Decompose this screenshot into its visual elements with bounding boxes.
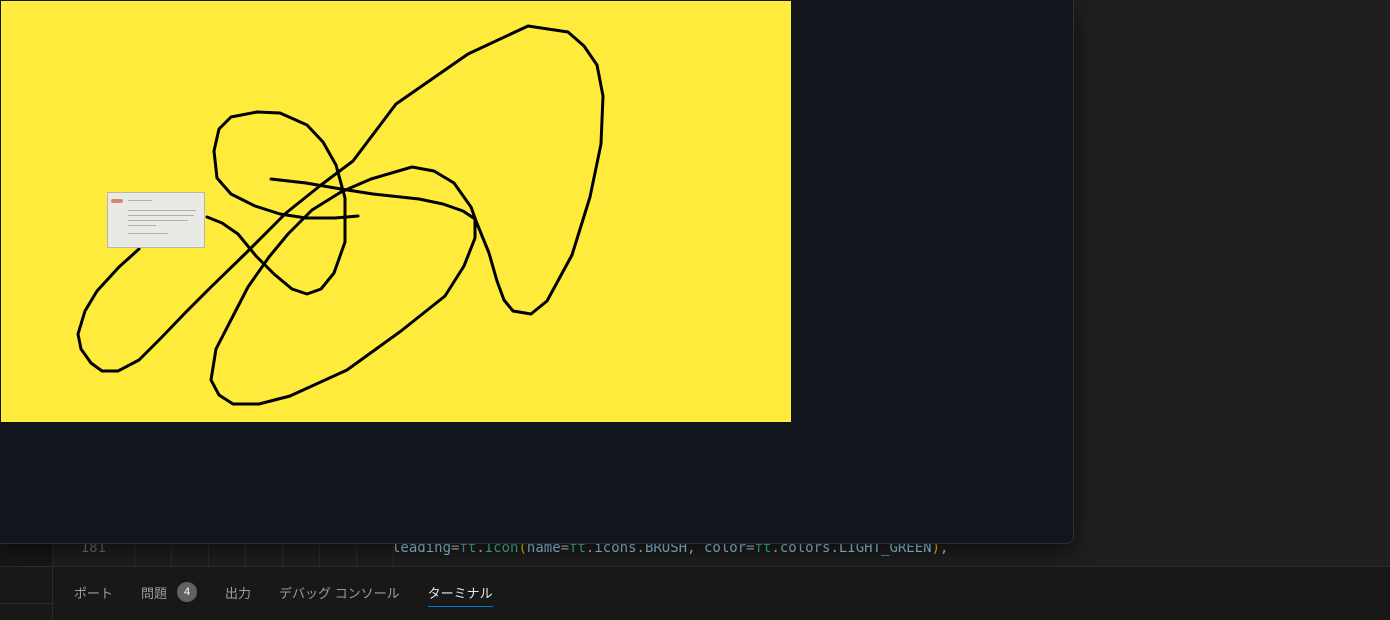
tab-problems[interactable]: 問題 4 <box>141 581 198 603</box>
panel-tabs: ポート 問題 4 出力 デバッグ コンソール ターミナル <box>74 579 521 607</box>
screenshot-thumbnail[interactable] <box>107 192 205 248</box>
tab-label: ターミナル <box>427 585 493 601</box>
panel-left-gutter <box>0 567 53 620</box>
tab-label: ポート <box>74 585 114 601</box>
drawing-canvas[interactable] <box>1 1 791 422</box>
tab-output[interactable]: 出力 <box>225 581 251 603</box>
tab-label: 問題 <box>141 585 168 601</box>
tab-label: デバッグ コンソール <box>279 585 400 601</box>
tab-ports[interactable]: ポート <box>74 581 113 603</box>
app-window[interactable] <box>0 0 1074 544</box>
freehand-stroke-loop <box>205 110 360 296</box>
tab-debug-console[interactable]: デバッグ コンソール <box>279 581 400 603</box>
tab-label: 出力 <box>225 585 252 601</box>
screen: 181 leading=ft.Icon(name=ft.icons.BRUSH,… <box>0 0 1390 620</box>
tab-terminal[interactable]: ターミナル <box>427 581 493 607</box>
thumbnail-badge <box>111 199 123 203</box>
bottom-panel: ポート 問題 4 出力 デバッグ コンソール ターミナル <box>0 566 1390 620</box>
problems-count-badge: 4 <box>177 582 198 602</box>
